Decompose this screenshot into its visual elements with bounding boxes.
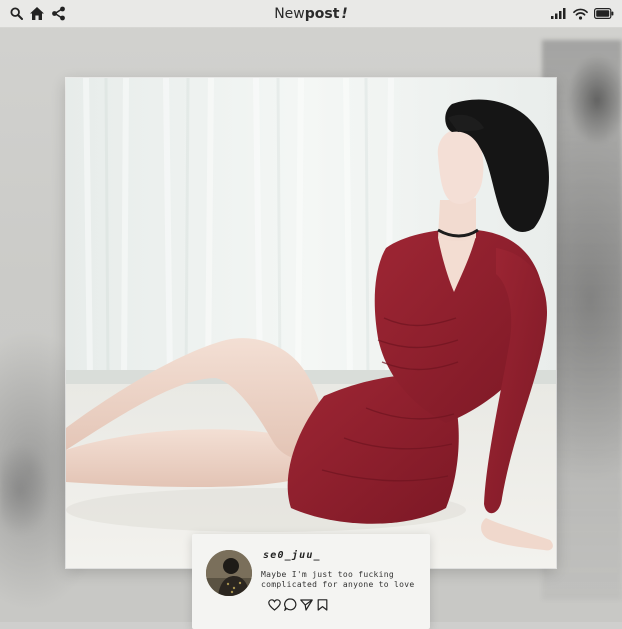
- wifi-icon: [572, 6, 588, 22]
- username[interactable]: se0_juu_: [263, 550, 321, 561]
- caption-line-1: Maybe I'm just too fucking: [261, 570, 395, 579]
- app-title-mark: !: [341, 6, 348, 22]
- share-icon[interactable]: [50, 6, 66, 22]
- post-image[interactable]: [66, 78, 556, 568]
- left-icon-group: [8, 6, 66, 22]
- heart-icon[interactable]: [268, 598, 281, 611]
- post-photo: [66, 78, 556, 568]
- search-icon[interactable]: [8, 6, 24, 22]
- avatar[interactable]: [206, 550, 252, 596]
- signal-icon: [550, 6, 566, 22]
- app-title-light: New: [274, 6, 305, 22]
- send-icon[interactable]: [300, 598, 313, 611]
- avatar-image: [206, 550, 252, 596]
- status-bar: Newpost!: [0, 0, 622, 28]
- bookmark-icon[interactable]: [316, 598, 329, 611]
- caption-card: se0_juu_ Maybe I'm just too fucking comp…: [192, 534, 430, 629]
- caption-line-2: complicated for anyone to love: [261, 580, 415, 589]
- background-ghost-shape: [0, 430, 70, 560]
- home-icon[interactable]: [29, 6, 45, 22]
- app-title: Newpost!: [0, 0, 622, 28]
- post-actions: [268, 598, 329, 611]
- caption-text: Maybe I'm just too fucking complicated f…: [261, 570, 429, 590]
- battery-icon: [594, 6, 614, 22]
- comment-icon[interactable]: [284, 598, 297, 611]
- app-title-bold: post: [304, 6, 340, 22]
- right-icon-group: [550, 6, 614, 22]
